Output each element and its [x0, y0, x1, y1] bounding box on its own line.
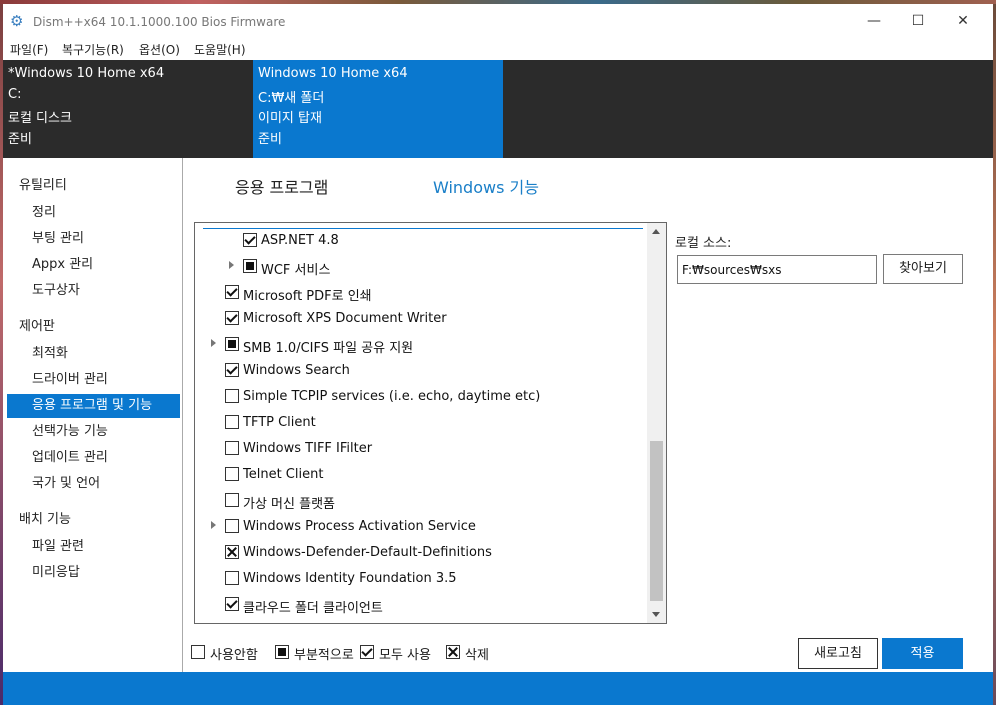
feature-checkbox[interactable] [225, 285, 239, 299]
sidebar-item-appx[interactable]: Appx 관리 [7, 253, 180, 277]
feature-label: Windows Identity Foundation 3.5 [243, 571, 457, 586]
image-item[interactable]: *Windows 10 Home x64 C: 로컬 디스크 준비 [3, 60, 253, 158]
local-source-label: 로컬 소스: [675, 236, 732, 251]
feature-label: Windows-Defender-Default-Definitions [243, 545, 492, 560]
image-name: Windows 10 Home x64 [258, 66, 408, 81]
legend-label: 삭제 [465, 648, 489, 663]
feature-checkbox[interactable] [225, 363, 239, 377]
refresh-button[interactable]: 새로고침 [798, 638, 878, 669]
scroll-thumb[interactable] [650, 441, 663, 601]
feature-checkbox[interactable] [225, 519, 239, 533]
legend-label: 모두 사용 [379, 648, 431, 663]
browse-button[interactable]: 찾아보기 [883, 254, 963, 284]
feature-label: TFTP Client [243, 415, 316, 430]
feature-checkbox[interactable] [225, 467, 239, 481]
menu-options[interactable]: 옵션(O) [139, 41, 180, 58]
scroll-down-arrow-icon[interactable] [647, 606, 666, 623]
feature-label: Simple TCPIP services (i.e. echo, daytim… [243, 389, 541, 404]
legend-checkbox-remove [446, 645, 460, 659]
image-selector: *Windows 10 Home x64 C: 로컬 디스크 준비 Window… [3, 60, 993, 158]
legend-label: 사용안함 [210, 648, 258, 663]
feature-label: Microsoft XPS Document Writer [243, 311, 447, 326]
maximize-button[interactable]: ☐ [895, 4, 941, 38]
scrollbar[interactable] [647, 223, 666, 623]
feature-checkbox[interactable] [243, 233, 257, 247]
menu-file[interactable]: 파일(F) [10, 41, 48, 58]
menu-help[interactable]: 도움말(H) [194, 41, 246, 58]
feature-label: ASP.NET 4.8 [261, 233, 339, 248]
scroll-up-arrow-icon[interactable] [647, 223, 666, 240]
apply-button[interactable]: 적용 [882, 638, 963, 669]
feature-checkbox[interactable] [225, 389, 239, 403]
feature-tree: ASP.NET 4.8 WCF 서비스 Microsoft PDF로 인쇄 Micro… [194, 222, 667, 624]
image-path: C: [8, 86, 22, 102]
legend-checkbox-checked [360, 645, 374, 659]
window-title: Dism++x64 10.1.1000.100 Bios Firmware [33, 15, 286, 29]
local-source-input[interactable] [677, 255, 877, 284]
sidebar-item-updates[interactable]: 업데이트 관리 [7, 446, 180, 470]
app-window: ⚙ Dism++x64 10.1.1000.100 Bios Firmware … [3, 4, 993, 705]
image-type: 로컬 디스크 [8, 111, 72, 126]
minimize-button[interactable]: — [851, 4, 897, 38]
feature-checkbox[interactable] [225, 441, 239, 455]
tab-apps[interactable]: 응용 프로그램 [235, 174, 328, 198]
expand-arrow-icon[interactable] [211, 521, 216, 529]
sidebar: 유틸리티 정리 부팅 관리 Appx 관리 도구상자 제어판 최적화 드라이버 … [3, 158, 183, 672]
status-bar [3, 672, 993, 705]
selection-line [203, 228, 643, 229]
title-bar[interactable]: ⚙ Dism++x64 10.1.1000.100 Bios Firmware … [3, 4, 993, 38]
feature-label: 가상 머신 플랫폼 [243, 497, 335, 512]
sidebar-item-toolbox[interactable]: 도구상자 [7, 279, 180, 303]
feature-list: ASP.NET 4.8 WCF 서비스 Microsoft PDF로 인쇄 Micro… [195, 223, 647, 623]
sidebar-item-optional-features[interactable]: 선택가능 기능 [7, 420, 180, 444]
sidebar-item-apps-features[interactable]: 응용 프로그램 및 기능 [7, 394, 180, 418]
feature-checkbox[interactable] [225, 597, 239, 611]
feature-label: Microsoft PDF로 인쇄 [243, 289, 372, 304]
expand-arrow-icon[interactable] [229, 261, 234, 269]
sidebar-item-drivers[interactable]: 드라이버 관리 [7, 368, 180, 392]
menu-bar: 파일(F) 복구기능(R) 옵션(O) 도움말(H) [3, 38, 993, 60]
legend-checkbox-unchecked [191, 645, 205, 659]
sidebar-item-region-language[interactable]: 국가 및 언어 [7, 472, 180, 496]
image-name: *Windows 10 Home x64 [8, 66, 165, 81]
sidebar-item-cleanup[interactable]: 정리 [7, 201, 180, 225]
tab-windows-features[interactable]: Windows 기능 [433, 174, 539, 198]
sidebar-header-utilities: 유틸리티 [19, 178, 67, 193]
feature-checkbox[interactable] [225, 415, 239, 429]
sidebar-header-deployment: 배치 기능 [19, 512, 71, 527]
image-status: 준비 [8, 131, 32, 147]
sidebar-header-control-panel: 제어판 [19, 319, 55, 334]
image-path: C:₩새 폴더 [258, 90, 325, 106]
feature-label: 클라우드 폴더 클라이언트 [243, 601, 383, 616]
feature-checkbox[interactable] [225, 311, 239, 325]
sidebar-item-file-associations[interactable]: 파일 관련 [7, 535, 180, 559]
feature-checkbox[interactable] [225, 337, 239, 351]
sidebar-item-optimize[interactable]: 최적화 [7, 342, 180, 366]
feature-label: Windows Search [243, 363, 350, 378]
legend-checkbox-partial [275, 645, 289, 659]
close-button[interactable]: ✕ [940, 4, 986, 38]
feature-checkbox[interactable] [225, 493, 239, 507]
image-status: 준비 [258, 131, 282, 147]
legend-partial: 부분적으로 [275, 644, 355, 662]
feature-label: WCF 서비스 [261, 263, 331, 278]
image-type: 이미지 탑재 [258, 111, 322, 126]
sidebar-item-answer-file[interactable]: 미리응답 [7, 561, 180, 585]
menu-recovery[interactable]: 복구기능(R) [62, 41, 124, 58]
feature-checkbox[interactable] [243, 259, 257, 273]
gear-icon: ⚙ [10, 12, 24, 30]
legend-label: 부분적으로 [294, 648, 354, 662]
expand-arrow-icon[interactable] [211, 339, 216, 347]
feature-label: Telnet Client [243, 467, 324, 482]
feature-label: Windows TIFF IFilter [243, 441, 373, 456]
feature-checkbox[interactable] [225, 571, 239, 585]
image-item-selected[interactable]: Windows 10 Home x64 C:₩새 폴더 이미지 탑재 준비 [253, 60, 503, 158]
feature-checkbox[interactable] [225, 545, 239, 559]
sidebar-item-boot[interactable]: 부팅 관리 [7, 227, 180, 251]
main-panel: 응용 프로그램 Windows 기능 ASP.NET 4.8 WCF 서비스 Mic… [184, 158, 993, 672]
feature-label: SMB 1.0/CIFS 파일 공유 지원 [243, 341, 414, 356]
feature-label: Windows Process Activation Service [243, 519, 476, 534]
